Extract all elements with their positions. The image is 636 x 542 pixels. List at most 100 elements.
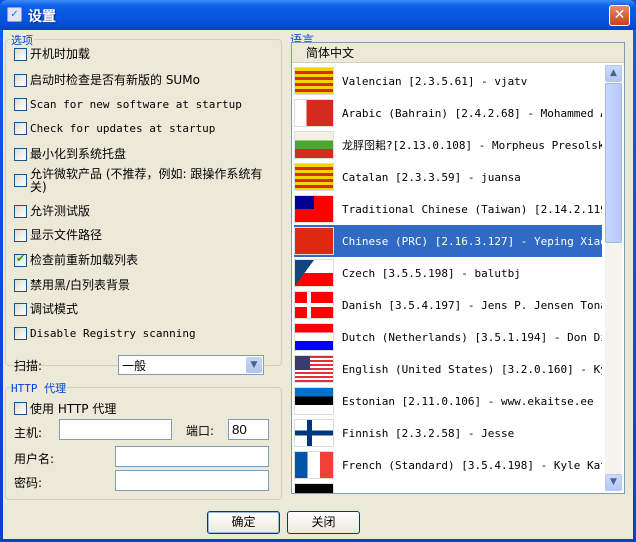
username-input[interactable] [115,446,269,467]
checkbox[interactable] [14,402,27,415]
language-item[interactable]: Danish [3.5.4.197] - Jens P. Jensen Tona… [294,289,602,321]
checkbox[interactable] [14,205,27,218]
checkbox[interactable] [14,48,27,61]
language-label: English (United States) [3.2.0.160] - Ky… [342,362,602,376]
option-label: 调试模式 [30,302,79,316]
denmark-flag-icon [294,291,334,319]
option-checkbox-8[interactable]: 检查前重新加载列表 [14,252,139,267]
option-checkbox-3[interactable]: Check for updates at startup [14,122,215,135]
option-label: 启动时检查是否有新版的 SUMo [30,73,200,87]
option-label: 检查前重新加载列表 [30,253,139,267]
language-item[interactable]: French (Standard) [3.5.4.198] - Kyle Kat… [294,449,602,481]
settings-window: ✓ 设置 ✕ 选项 开机时加载启动时检查是否有新版的 SUMo Scan for … [0,0,636,542]
scroll-up-icon[interactable]: ▲ [605,65,622,82]
app-icon: ✓ [7,7,22,22]
language-item[interactable]: 龙脬囹耜?[2.13.0.108] - Morpheus Presolski [294,129,602,161]
option-label: 禁用黑/白列表背景 [30,278,131,292]
scan-select[interactable]: 一般 ▼ [118,355,264,375]
chevron-down-icon[interactable]: ▼ [246,357,262,373]
dialog-body: 选项 开机时加载启动时检查是否有新版的 SUMo Scan for new sof… [3,30,633,539]
option-checkbox-4[interactable]: 最小化到系统托盘 [14,148,126,161]
options-legend: 选项 [10,32,34,48]
option-checkbox-1[interactable]: 启动时检查是否有新版的 SUMo [14,74,200,87]
language-item[interactable]: English (United States) [3.2.0.160] - Ky… [294,353,602,385]
option-checkbox-6[interactable]: 允许测试版 [14,205,90,218]
flag-icon [294,483,334,493]
port-input[interactable] [228,419,269,440]
option-checkbox-9[interactable]: 禁用黑/白列表背景 [14,279,130,292]
estonia-flag-icon [294,387,334,415]
bahrain-flag-icon [294,99,334,127]
language-item[interactable]: Dutch (Netherlands) [3.5.1.194] - Don Di… [294,321,602,353]
language-item[interactable]: Arabic (Bahrain) [2.4.2.68] - Mohammed A… [294,97,602,129]
scan-value: 一般 [122,359,147,373]
close-button[interactable]: 关闭 [287,511,360,534]
language-list[interactable]: 简体中文 Valencian [2.3.5.61] - vjatv Arabic … [291,42,625,494]
proxy-group: HTTP 代理 使用 HTTP 代理 主机: 端口: 用户名: 密码: [5,380,282,500]
option-checkbox-5[interactable]: 允许微软产品 (不推荐，例如: 跟操作系统有关) [14,168,272,194]
scroll-down-icon[interactable]: ▼ [605,474,622,491]
option-checkbox-7[interactable]: 显示文件路径 [14,229,102,242]
use-proxy-label: 使用 HTTP 代理 [30,402,117,416]
options-group: 选项 开机时加载启动时检查是否有新版的 SUMo Scan for new sof… [5,32,282,375]
taiwan-flag-icon [294,195,334,223]
option-checkbox-10[interactable]: 调试模式 [14,303,78,316]
option-label: 允许测试版 [30,204,91,218]
checkbox[interactable] [14,148,27,161]
window-title: 设置 [28,9,56,25]
language-item[interactable]: Chinese (PRC) [2.16.3.127] - Yeping Xiao [294,225,602,257]
scrollbar[interactable]: ▲ ▼ [605,65,622,491]
czech-flag-icon [294,259,334,287]
language-item[interactable]: Czech [3.5.5.198] - balutbj [294,257,602,289]
language-label: Arabic (Bahrain) [2.4.2.68] - Mohammed A… [342,106,602,120]
nl-flag-icon [294,323,334,351]
option-label: 开机时加载 [30,47,91,61]
title-bar: ✓ 设置 ✕ [0,0,636,30]
checkbox[interactable] [14,74,27,87]
checkbox[interactable] [14,327,27,340]
language-item-partial[interactable] [294,481,602,493]
username-label: 用户名: [14,452,55,466]
host-input[interactable] [59,419,172,440]
language-item[interactable]: Valencian [2.3.5.61] - vjatv [294,65,602,97]
ok-button[interactable]: 确定 [207,511,280,534]
checkbox[interactable] [14,303,27,316]
close-window-button[interactable]: ✕ [609,5,630,26]
finland-flag-icon [294,419,334,447]
language-label: Catalan [2.3.3.59] - juansa [342,170,521,184]
language-label: Estonian [2.11.0.106] - www.ekaitse.ee [342,394,594,408]
checkbox[interactable] [14,174,27,187]
host-label: 主机: [14,426,43,440]
scroll-thumb[interactable] [605,83,622,243]
option-label: Check for updates at startup [30,122,216,135]
language-label: Finnish [2.3.2.58] - Jesse [342,426,515,440]
checkbox[interactable] [14,122,27,135]
use-proxy-checkbox[interactable]: 使用 HTTP 代理 [14,400,116,417]
option-checkbox-11[interactable]: Disable Registry scanning [14,327,196,340]
prc-flag-icon [294,227,334,255]
language-item[interactable]: Finnish [2.3.2.58] - Jesse [294,417,602,449]
language-item[interactable]: Traditional Chinese (Taiwan) [2.14.2.119… [294,193,602,225]
option-label: Scan for new software at startup [30,98,242,111]
language-label: French (Standard) [3.5.4.198] - Kyle Kat… [342,458,602,472]
language-label: Danish [3.5.4.197] - Jens P. Jensen Tona… [342,298,602,312]
language-label: Chinese (PRC) [2.16.3.127] - Yeping Xiao [342,234,602,248]
bulgaria-flag-icon [294,131,334,159]
checkbox[interactable] [14,98,27,111]
language-label: Traditional Chinese (Taiwan) [2.14.2.119… [342,202,602,216]
checkbox[interactable] [14,229,27,242]
france-flag-icon [294,451,334,479]
option-label: 显示文件路径 [30,228,103,242]
language-item[interactable]: Catalan [2.3.3.59] - juansa [294,161,602,193]
checkbox[interactable] [14,252,27,267]
option-label: Disable Registry scanning [30,327,196,340]
scan-label: 扫描: [14,359,43,373]
option-checkbox-0[interactable]: 开机时加载 [14,48,90,61]
language-item[interactable]: Estonian [2.11.0.106] - www.ekaitse.ee [294,385,602,417]
checkbox[interactable] [14,279,27,292]
us-flag-icon [294,355,334,383]
proxy-legend: HTTP 代理 [10,380,68,396]
password-input[interactable] [115,470,269,491]
option-checkbox-2[interactable]: Scan for new software at startup [14,98,242,111]
language-label: 龙脬囹耜?[2.13.0.108] - Morpheus Presolski [342,139,602,152]
